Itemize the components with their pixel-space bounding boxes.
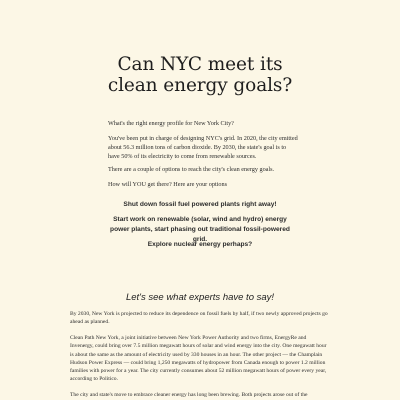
intro-options-text: There are a couple of options to reach t… [108, 166, 275, 173]
story-page: Can NYC meet its clean energy goals? Wha… [0, 0, 400, 400]
experts-paragraph-1: By 2030, New York is projected to reduce… [70, 311, 328, 326]
page-title-line-2: clean energy goals? [107, 75, 293, 96]
experts-heading: Let's see what experts have to say! [125, 292, 275, 303]
option-shut-down-fossil[interactable]: Shut down fossil fuel powered plants rig… [100, 200, 300, 210]
experts-paragraph-3: The city and state's move to embrace cle… [70, 392, 308, 398]
intro-prompt: How will YOU get there? Here are your op… [108, 181, 228, 188]
option-nuclear[interactable]: Explore nuclear energy perhaps? [100, 240, 300, 250]
page-title-line-1: Can NYC meet its [117, 54, 283, 75]
page-title: Can NYC meet its clean energy goals? [0, 54, 400, 96]
intro-question: What's the right energy profile for New … [108, 120, 234, 127]
experts-paragraph-2: Clean Path New York, a joint initiative … [70, 335, 327, 383]
intro-setup: You've been put in charge of designing N… [108, 135, 298, 160]
